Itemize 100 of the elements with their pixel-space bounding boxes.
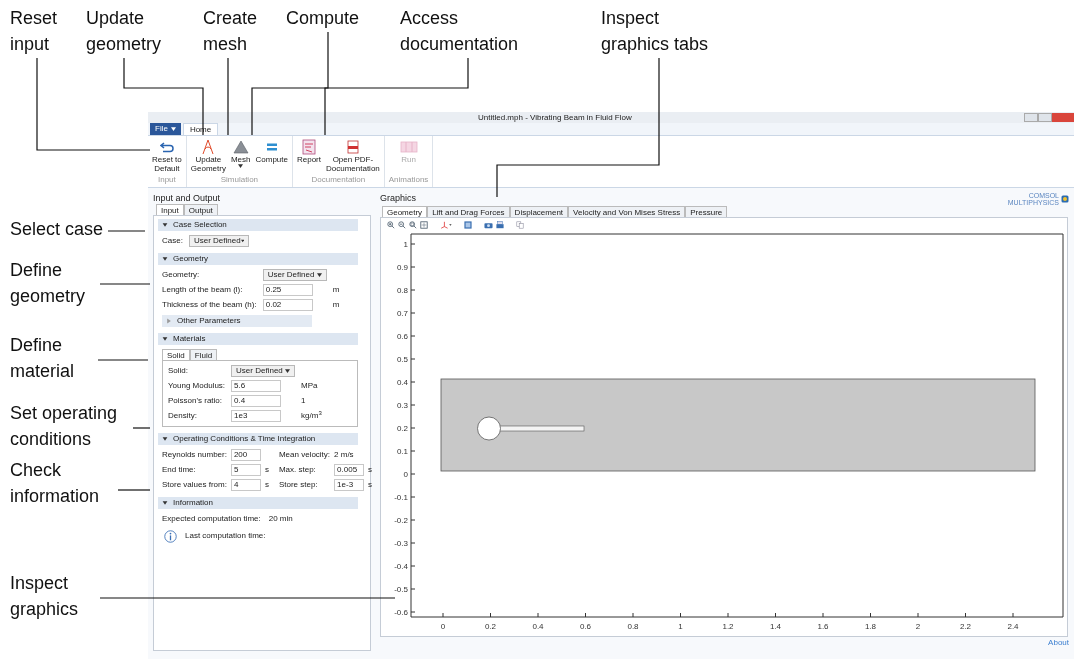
tab[interactable]: Velocity and Von Mises Stress [568,206,686,218]
input-field[interactable]: 1e3 [231,410,282,422]
field-label: Store step: [278,479,319,491]
file-menu-button[interactable]: File [150,123,181,135]
tick-label: 0.3 [396,401,408,410]
panel-title: Input and Output [153,192,222,204]
dropdown[interactable]: User Defined [231,365,296,377]
print-icon[interactable] [496,221,504,229]
tick-label: 0.6 [396,332,408,341]
collapse-icon[interactable] [162,336,168,342]
zoom-out-icon[interactable] [398,221,406,229]
tick-label: 0.8 [627,622,639,631]
unit-label: s [368,479,373,491]
compass-icon [201,138,216,155]
callout-label: Set operating conditions [10,402,118,451]
dropdown[interactable]: User Defined [188,235,249,247]
section-header[interactable]: Operating Conditions & Time Integration [158,433,358,445]
unit-label: 1 [301,395,307,407]
zoom-extents-icon[interactable] [420,221,428,229]
ribbon-button[interactable]: Report [296,138,321,174]
tab[interactable]: Geometry [382,206,428,218]
tick-label: 0.1 [396,447,408,456]
leader-line [132,427,151,429]
input-field[interactable]: 200 [230,449,261,461]
section-header[interactable]: Information [158,497,358,509]
tick-label: 2.4 [1007,622,1019,631]
leader-line [117,489,151,491]
tab[interactable]: Pressure [685,206,728,218]
tick-label: 0.2 [396,424,408,433]
tick-label: -0.4 [394,562,408,571]
tick-label: -0.6 [394,608,408,617]
input-field[interactable]: 0.005 [334,464,365,476]
input-field[interactable]: 1e-3 [334,479,365,491]
window-title: Untitled.mph - Vibrating Beam in Fluid Flow [478,111,632,124]
tick-label: 1.4 [769,622,782,631]
input-field[interactable]: 5 [230,464,261,476]
field-label: Max. step: [278,464,317,476]
undo-icon [159,140,174,153]
tab[interactable]: Fluid [189,349,218,361]
tick-label: -0.1 [394,493,408,502]
ribbon-button[interactable]: Compute [255,138,288,174]
ribbon-button[interactable]: Open PDF- Documentation [325,138,380,174]
expand-icon[interactable] [166,318,172,324]
tick-label: 0.9 [396,263,408,272]
unit-label: s [264,479,270,491]
section-header[interactable]: Materials [158,333,358,345]
tab[interactable]: Displacement [509,206,569,218]
input-field[interactable]: 0.02 [262,299,313,311]
tick-label: 1.6 [817,622,829,631]
axis-icon[interactable] [440,221,452,229]
camera-icon[interactable] [484,221,493,229]
collapse-icon[interactable] [162,500,168,506]
subsection-header[interactable]: Other Parameters [162,315,312,327]
callout-label: Access documentation [400,7,519,56]
tick-label: -0.3 [394,539,408,548]
tick-label: 1 [403,240,408,249]
tick-label: 0.4 [532,622,544,631]
field-label: Density: [168,410,198,422]
document-icon [346,139,359,154]
collapse-icon[interactable] [162,256,168,262]
ribbon-button[interactable]: Update Geometry [190,138,226,174]
tick-label: 0 [440,622,446,631]
dropdown[interactable]: User Defined [262,269,327,281]
ribbon-button[interactable]: Reset to Default [152,138,182,174]
input-field[interactable]: 5.6 [231,380,282,392]
tick-label: 0 [403,470,408,479]
input-field[interactable]: 4 [230,479,261,491]
unit-label: MPa [301,380,319,392]
input-field[interactable]: 0.4 [231,395,282,407]
logo-icon [1061,195,1069,203]
ribbon-button[interactable]: Mesh [230,138,251,174]
equals-icon [265,141,278,152]
callout-label: Update geometry [86,7,162,56]
about-link[interactable]: About [1048,637,1069,649]
tab[interactable]: Lift and Drag Forces [427,206,510,218]
tab[interactable]: Input [156,204,184,216]
collapse-icon[interactable] [162,436,168,442]
section-header[interactable]: Case Selection [158,219,358,231]
field-label: Reynolds number: [162,449,227,461]
field-label: Store values from: [162,479,227,491]
tick-label: -0.2 [394,516,408,525]
unit-label: s [368,464,373,476]
panel-title: Graphics [380,192,416,205]
zoom-box-icon[interactable] [409,221,417,229]
zoom-in-icon[interactable] [387,221,395,229]
info-text: Last computation time: [185,530,266,542]
tab[interactable]: Solid [162,349,190,361]
callout-label: Check information [10,459,100,508]
callout-label: Select case [10,218,104,241]
info-icon [164,530,177,543]
caret-icon [238,164,244,168]
grid-icon[interactable] [464,221,472,229]
field-label: Poisson's ratio: [168,395,223,407]
field-label: Geometry: [162,269,201,281]
tab[interactable]: Output [183,204,218,216]
triangle-icon [232,139,249,154]
input-field[interactable]: 0.25 [262,284,313,296]
section-header[interactable]: Geometry [158,253,358,265]
readout-value: 2 m/s [334,449,355,461]
collapse-icon[interactable] [162,222,168,228]
